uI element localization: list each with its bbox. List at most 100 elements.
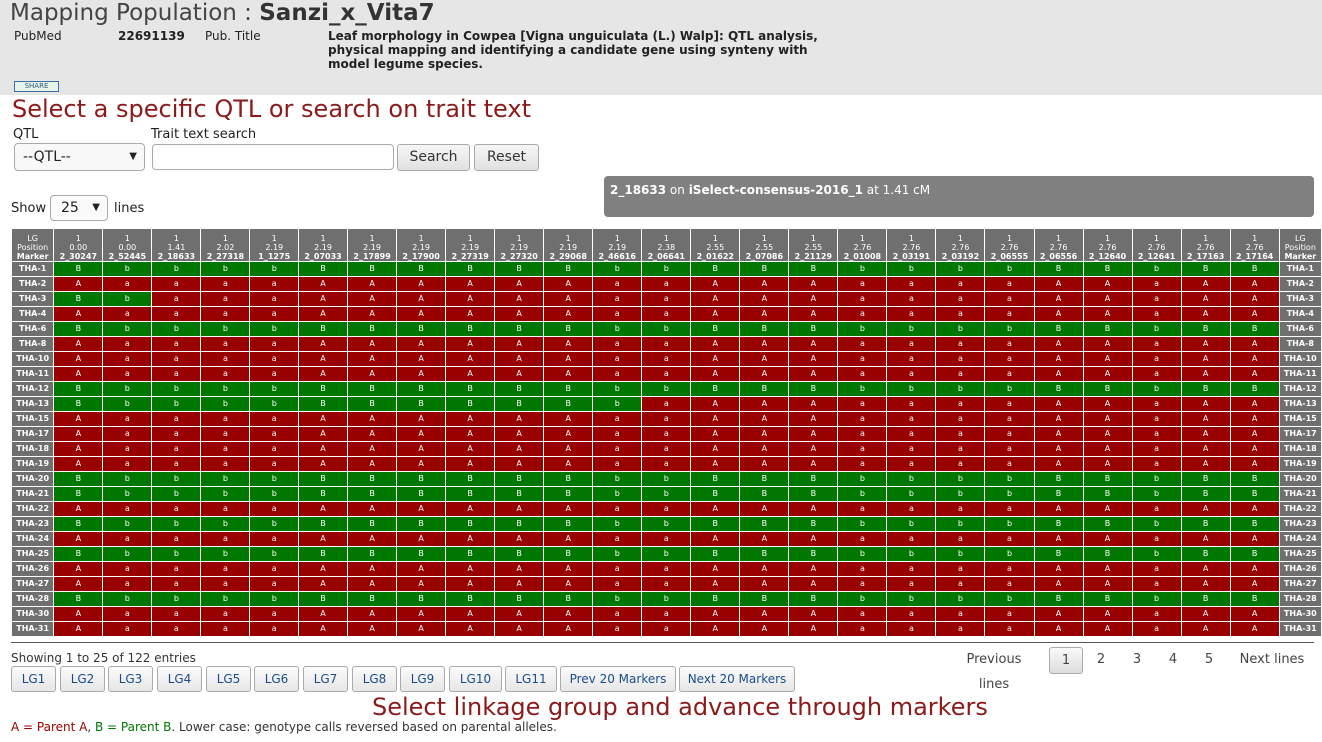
- genotype-cell[interactable]: a: [837, 306, 888, 322]
- genotype-cell[interactable]: A: [1229, 501, 1280, 517]
- genotype-cell[interactable]: A: [788, 396, 839, 412]
- genotype-cell[interactable]: a: [984, 501, 1035, 517]
- genotype-cell[interactable]: b: [592, 546, 643, 562]
- genotype-cell[interactable]: A: [494, 276, 545, 292]
- genotype-cell[interactable]: B: [1229, 321, 1280, 337]
- genotype-cell[interactable]: B: [788, 261, 839, 277]
- genotype-cell[interactable]: A: [445, 456, 496, 472]
- genotype-cell[interactable]: B: [445, 321, 496, 337]
- genotype-cell[interactable]: B: [739, 516, 790, 532]
- genotype-cell[interactable]: a: [886, 336, 937, 352]
- genotype-cell[interactable]: A: [1180, 426, 1231, 442]
- genotype-cell[interactable]: B: [298, 471, 349, 487]
- genotype-cell[interactable]: A: [445, 366, 496, 382]
- genotype-cell[interactable]: a: [592, 621, 643, 637]
- genotype-cell[interactable]: A: [494, 306, 545, 322]
- genotype-cell[interactable]: B: [445, 396, 496, 412]
- genotype-cell[interactable]: b: [200, 516, 251, 532]
- genotype-cell[interactable]: A: [1229, 606, 1280, 622]
- genotype-cell[interactable]: B: [347, 486, 398, 502]
- genotype-cell[interactable]: b: [641, 381, 692, 397]
- genotype-cell[interactable]: A: [1033, 561, 1084, 577]
- genotype-cell[interactable]: a: [641, 306, 692, 322]
- genotype-cell[interactable]: A: [494, 351, 545, 367]
- genotype-cell[interactable]: A: [1082, 426, 1133, 442]
- line-name[interactable]: THA-28: [10, 591, 55, 607]
- genotype-cell[interactable]: A: [1229, 411, 1280, 427]
- genotype-cell[interactable]: a: [837, 291, 888, 307]
- genotype-cell[interactable]: a: [886, 621, 937, 637]
- genotype-cell[interactable]: A: [739, 501, 790, 517]
- genotype-cell[interactable]: a: [151, 366, 202, 382]
- genotype-cell[interactable]: A: [396, 426, 447, 442]
- genotype-cell[interactable]: A: [347, 366, 398, 382]
- line-name[interactable]: THA-31: [1278, 621, 1322, 637]
- genotype-cell[interactable]: a: [102, 276, 153, 292]
- line-name[interactable]: THA-30: [10, 606, 55, 622]
- genotype-cell[interactable]: a: [592, 336, 643, 352]
- genotype-cell[interactable]: a: [1131, 351, 1182, 367]
- genotype-cell[interactable]: A: [396, 531, 447, 547]
- genotype-cell[interactable]: B: [543, 591, 594, 607]
- genotype-cell[interactable]: A: [347, 411, 398, 427]
- genotype-cell[interactable]: A: [53, 606, 104, 622]
- genotype-cell[interactable]: b: [151, 396, 202, 412]
- genotype-cell[interactable]: A: [1180, 456, 1231, 472]
- genotype-cell[interactable]: A: [1229, 621, 1280, 637]
- genotype-cell[interactable]: B: [445, 261, 496, 277]
- line-name[interactable]: THA-22: [1278, 501, 1322, 517]
- marker-header-2_03191[interactable]: 1 2.76 2_03191: [886, 228, 937, 262]
- genotype-cell[interactable]: b: [641, 546, 692, 562]
- marker-header-2_03192[interactable]: 1 2.76 2_03192: [935, 228, 986, 262]
- genotype-cell[interactable]: a: [151, 531, 202, 547]
- next-lines-button[interactable]: Next lines: [1238, 647, 1306, 674]
- line-name[interactable]: THA-26: [10, 561, 55, 577]
- genotype-cell[interactable]: b: [641, 516, 692, 532]
- genotype-cell[interactable]: B: [1033, 486, 1084, 502]
- genotype-cell[interactable]: b: [200, 396, 251, 412]
- marker-header-2_07086[interactable]: 1 2.55 2_07086: [739, 228, 790, 262]
- genotype-cell[interactable]: B: [1082, 261, 1133, 277]
- lg-11-button[interactable]: LG11: [505, 666, 557, 692]
- genotype-cell[interactable]: a: [984, 576, 1035, 592]
- genotype-cell[interactable]: A: [347, 426, 398, 442]
- genotype-cell[interactable]: A: [1082, 621, 1133, 637]
- genotype-cell[interactable]: A: [788, 621, 839, 637]
- genotype-cell[interactable]: B: [1033, 591, 1084, 607]
- genotype-cell[interactable]: B: [690, 516, 741, 532]
- genotype-cell[interactable]: b: [200, 381, 251, 397]
- genotype-cell[interactable]: a: [1131, 441, 1182, 457]
- genotype-cell[interactable]: A: [298, 336, 349, 352]
- genotype-cell[interactable]: A: [690, 561, 741, 577]
- genotype-cell[interactable]: a: [102, 441, 153, 457]
- share-button[interactable]: SHARE: [14, 81, 59, 92]
- genotype-cell[interactable]: A: [1229, 576, 1280, 592]
- genotype-cell[interactable]: b: [984, 261, 1035, 277]
- marker-header-2_01622[interactable]: 1 2.55 2_01622: [690, 228, 741, 262]
- genotype-cell[interactable]: B: [1180, 471, 1231, 487]
- genotype-cell[interactable]: a: [249, 441, 300, 457]
- genotype-cell[interactable]: a: [249, 336, 300, 352]
- genotype-cell[interactable]: A: [1229, 441, 1280, 457]
- genotype-cell[interactable]: b: [249, 546, 300, 562]
- genotype-cell[interactable]: A: [1180, 576, 1231, 592]
- genotype-cell[interactable]: B: [1180, 381, 1231, 397]
- genotype-cell[interactable]: B: [543, 381, 594, 397]
- genotype-cell[interactable]: a: [1131, 366, 1182, 382]
- genotype-cell[interactable]: b: [249, 516, 300, 532]
- genotype-cell[interactable]: a: [249, 606, 300, 622]
- genotype-cell[interactable]: a: [151, 441, 202, 457]
- genotype-cell[interactable]: B: [690, 381, 741, 397]
- genotype-cell[interactable]: B: [53, 471, 104, 487]
- lg-5-button[interactable]: LG5: [206, 666, 251, 692]
- genotype-cell[interactable]: b: [249, 471, 300, 487]
- genotype-cell[interactable]: a: [200, 456, 251, 472]
- genotype-cell[interactable]: A: [298, 351, 349, 367]
- genotype-cell[interactable]: b: [935, 381, 986, 397]
- genotype-cell[interactable]: A: [494, 441, 545, 457]
- genotype-cell[interactable]: a: [592, 456, 643, 472]
- line-name[interactable]: THA-8: [1278, 336, 1322, 352]
- genotype-cell[interactable]: b: [249, 486, 300, 502]
- genotype-cell[interactable]: A: [690, 426, 741, 442]
- genotype-cell[interactable]: a: [984, 396, 1035, 412]
